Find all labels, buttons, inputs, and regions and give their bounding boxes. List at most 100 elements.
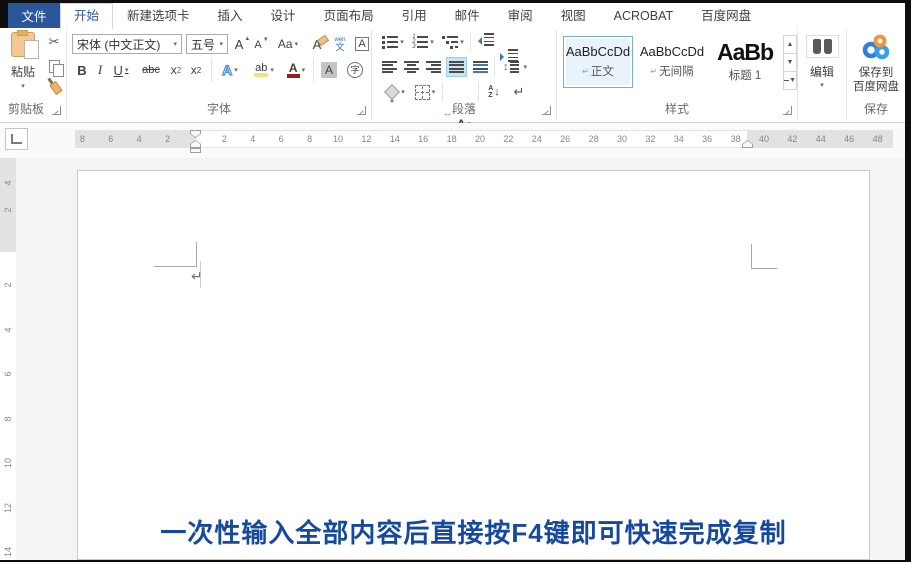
line-spacing-icon: ↕ xyxy=(503,61,509,73)
shading-button[interactable]: ▾ xyxy=(382,83,408,101)
style-card-无间隔[interactable]: AaBbCcDd↵无间隔 xyxy=(637,36,707,88)
phonetic-guide-button[interactable]: wén文 xyxy=(331,33,349,55)
tab-审阅[interactable]: 审阅 xyxy=(494,3,547,28)
save-to-baidu-label-line2[interactable]: 百度网盘 xyxy=(847,79,905,92)
tab-设计[interactable]: 设计 xyxy=(257,3,310,28)
tab-邮件[interactable]: 邮件 xyxy=(441,3,494,28)
cut-button[interactable]: ✂ xyxy=(46,34,62,50)
editing-dropdown-arrow[interactable]: ▾ xyxy=(798,81,846,89)
clear-formatting-button[interactable]: A xyxy=(307,34,327,54)
align-right-button[interactable] xyxy=(424,58,443,76)
style-scroll-down-button[interactable]: ▼ xyxy=(783,53,797,72)
style-preview: AaBbCcDd xyxy=(640,45,704,59)
strikethrough-button[interactable]: abc xyxy=(139,60,163,80)
align-center-button[interactable] xyxy=(402,58,421,76)
character-border-button[interactable]: A xyxy=(353,34,371,54)
distributed-button[interactable] xyxy=(471,58,490,76)
highlight-color-button[interactable]: ab▾ xyxy=(249,59,279,81)
editing-label[interactable]: 编辑 xyxy=(798,64,846,78)
group-clipboard: 粘贴 ▾ ✂ 剪贴板 xyxy=(0,28,66,122)
copy-button[interactable] xyxy=(46,58,62,74)
clipboard-dialog-launcher[interactable] xyxy=(52,106,61,115)
h-ruler-number: 28 xyxy=(589,134,599,144)
font-dialog-launcher[interactable] xyxy=(357,106,366,115)
grow-font-button[interactable]: A▲ xyxy=(233,34,251,54)
group-font: 宋体 (中文正文)▾ 五号▾ A▲ A▼ Aa▾ A wén文 xyxy=(67,28,371,122)
borders-button[interactable]: ▾ xyxy=(412,83,438,101)
shrink-font-button[interactable]: A▼ xyxy=(253,35,269,55)
v-ruler-number: 2 xyxy=(3,278,13,292)
paste-dropdown-arrow[interactable]: ▾ xyxy=(21,83,25,90)
tab-file[interactable]: 文件 xyxy=(8,3,60,28)
v-ruler[interactable]: 422468101214 xyxy=(0,158,16,560)
change-case-button[interactable]: Aa▾ xyxy=(275,34,301,54)
italic-button[interactable]: I xyxy=(95,60,105,80)
h-ruler[interactable]: 8642246810121416182022242628303234363840… xyxy=(75,130,893,148)
h-ruler-number: 8 xyxy=(80,134,85,144)
tab-ACROBAT[interactable]: ACROBAT xyxy=(600,3,688,28)
sort-button[interactable]: AZ ↓ xyxy=(484,83,504,101)
multilevel-list-button[interactable]: ▾ xyxy=(440,33,466,51)
styles-dialog-launcher[interactable] xyxy=(783,106,792,115)
font-size-dropdown-arrow[interactable]: ▾ xyxy=(219,41,223,48)
editing-button[interactable] xyxy=(804,33,840,59)
tab-插入[interactable]: 插入 xyxy=(204,3,257,28)
font-name-select[interactable]: 宋体 (中文正文)▾ xyxy=(72,34,182,54)
decrease-indent-button[interactable] xyxy=(476,33,494,49)
highlight-icon: ab xyxy=(254,63,268,77)
bold-button[interactable]: B xyxy=(75,60,89,80)
h-ruler-number: 34 xyxy=(674,134,684,144)
text-effects-button[interactable]: A▾ xyxy=(217,59,243,81)
format-painter-button[interactable] xyxy=(48,80,64,96)
v-ruler-number: 10 xyxy=(3,456,13,470)
bullets-button[interactable]: ▾ xyxy=(380,33,406,51)
align-left-button[interactable] xyxy=(380,58,399,76)
tab-stop-selector[interactable] xyxy=(5,128,28,150)
first-line-indent-marker[interactable] xyxy=(190,130,201,138)
numbering-button[interactable]: 1 2 3 ▾ xyxy=(410,33,436,51)
h-ruler-number: 20 xyxy=(475,134,485,144)
superscript-button[interactable]: x2 xyxy=(187,60,205,80)
show-marks-button[interactable]: ↵ xyxy=(510,83,528,101)
paragraph-group-label: 段落 xyxy=(372,100,556,117)
left-indent-marker[interactable] xyxy=(190,148,201,153)
decrease-indent-icon xyxy=(474,37,482,45)
font-size-select[interactable]: 五号▾ xyxy=(186,34,228,54)
copy-icon xyxy=(49,60,60,73)
show-marks-icon: ↵ xyxy=(514,84,525,100)
right-indent-marker[interactable] xyxy=(742,140,753,148)
hanging-indent-marker[interactable] xyxy=(190,140,201,148)
subscript-button[interactable]: x2 xyxy=(167,60,185,80)
justify-button[interactable] xyxy=(446,57,467,77)
distributed-icon xyxy=(473,61,488,73)
tab-新建选项卡[interactable]: 新建选项卡 xyxy=(113,3,204,28)
tab-引用[interactable]: 引用 xyxy=(388,3,441,28)
style-gallery-more-button[interactable]: ▼ xyxy=(783,71,797,90)
tab-百度网盘[interactable]: 百度网盘 xyxy=(687,3,765,28)
page[interactable]: ↵ 一次性输入全部内容后直接按F4键即可快速完成复制 xyxy=(77,170,870,560)
font-name-dropdown-arrow[interactable]: ▾ xyxy=(173,41,177,48)
group-paragraph: ▾ 1 2 3 ▾ ▾ xyxy=(372,28,556,122)
paragraph-mark: ↵ xyxy=(191,268,203,285)
tab-开始[interactable]: 开始 xyxy=(60,3,113,29)
underline-button[interactable]: U▾ xyxy=(111,60,131,80)
h-ruler-number: 26 xyxy=(560,134,570,144)
style-card-正文[interactable]: AaBbCcDd↵正文 xyxy=(563,36,633,88)
line-spacing-button[interactable]: ↕ ▾ xyxy=(500,58,530,76)
paste-button[interactable]: 粘贴 ▾ xyxy=(4,32,42,90)
save-to-baidu-button[interactable] xyxy=(847,32,905,62)
paragraph-dialog-launcher[interactable] xyxy=(542,106,551,115)
enclose-characters-button[interactable]: 字 xyxy=(345,60,365,80)
tab-视图[interactable]: 视图 xyxy=(547,3,600,28)
tab-页面布局[interactable]: 页面布局 xyxy=(310,3,388,28)
style-card-标题 1[interactable]: AaBb标题 1 xyxy=(710,36,780,88)
paste-label: 粘贴 xyxy=(11,63,35,80)
style-scroll-up-button[interactable]: ▲ xyxy=(783,35,797,54)
v-ruler-number: 4 xyxy=(3,176,13,190)
h-ruler-number: 2 xyxy=(165,134,170,144)
font-color-button[interactable]: A▾ xyxy=(283,59,309,81)
character-shading-button[interactable]: A xyxy=(319,60,339,80)
align-left-icon xyxy=(382,61,397,73)
save-to-baidu-label-line1[interactable]: 保存到 xyxy=(847,65,905,78)
clipboard-group-label: 剪贴板 xyxy=(0,100,52,117)
